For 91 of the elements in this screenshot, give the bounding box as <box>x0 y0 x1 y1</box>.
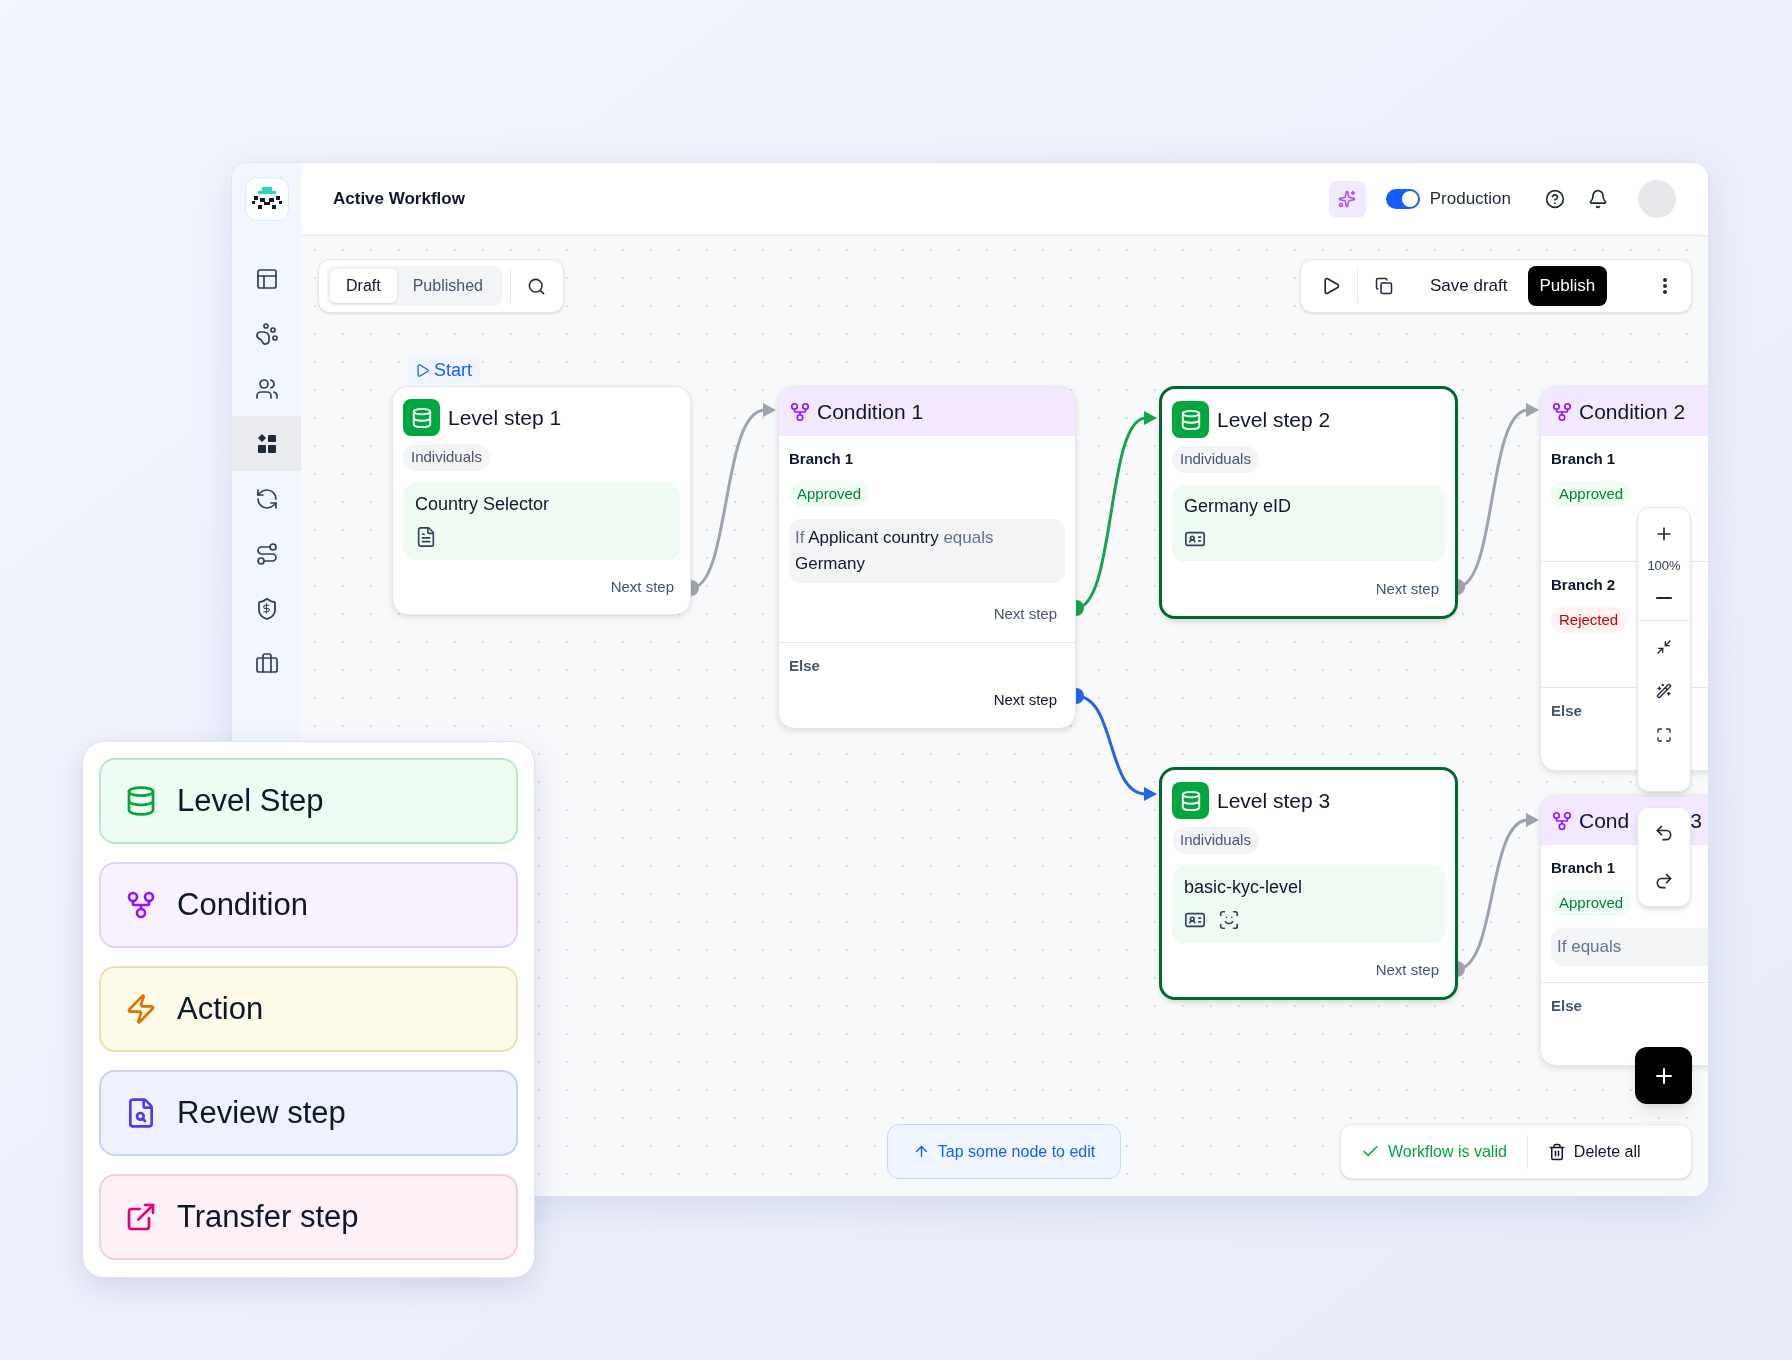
condition-rule: If equals <box>1551 928 1708 966</box>
level-name: basic-kyc-level <box>1184 875 1304 899</box>
fork-icon <box>125 889 157 921</box>
delete-all-button[interactable]: Delete all <box>1527 1139 1661 1164</box>
database-icon <box>125 785 157 817</box>
database-icon <box>1172 782 1209 819</box>
minus-icon <box>1656 596 1672 599</box>
notifications-icon[interactable] <box>1588 189 1608 209</box>
hint-text: Tap some node to edit <box>937 1141 1096 1162</box>
else-label: Else <box>1551 701 1582 721</box>
palette-item[interactable]: Level Step <box>99 758 518 844</box>
magic-wand-icon <box>1656 682 1672 699</box>
next-step-label: Next step <box>1375 578 1439 599</box>
else-label: Else <box>1551 996 1582 1016</box>
briefcase-icon <box>254 651 279 676</box>
else-label: Else <box>789 655 820 676</box>
tab[interactable]: Published <box>396 269 499 303</box>
level-step-node[interactable]: Level step 3 Individuals basic-kyc-level Next step <box>1159 767 1458 1000</box>
search-icon <box>527 276 547 296</box>
branch-label: Branch 1 <box>1551 449 1616 469</box>
status-pill: Rejected <box>1551 606 1627 633</box>
tag: Individuals <box>1172 827 1259 854</box>
zoom-level: 100% <box>1647 557 1681 575</box>
node-title: Condition 2 <box>1579 398 1686 425</box>
level-step-node[interactable]: Level step 2 Individuals Germany eID Next step <box>1159 386 1458 619</box>
fork-icon <box>1551 809 1573 832</box>
refresh-icon <box>254 486 279 511</box>
node-title: Level step 2 <box>1217 406 1331 433</box>
start-label: Start <box>434 359 472 382</box>
status-pill: Approved <box>1551 480 1632 507</box>
fork-icon <box>1551 400 1573 423</box>
redo-icon <box>1654 871 1674 891</box>
publish-button[interactable]: Publish <box>1527 266 1608 306</box>
copy-icon <box>1375 277 1393 295</box>
palette-item[interactable]: Transfer step <box>99 1174 518 1260</box>
next-step-label: Next step <box>1375 959 1439 980</box>
undo-icon <box>1654 823 1674 843</box>
play-icon <box>415 363 430 378</box>
palette-item[interactable]: Action <box>99 966 518 1052</box>
level-card[interactable]: basic-kyc-level <box>1172 865 1445 943</box>
environment-toggle[interactable] <box>1385 189 1420 209</box>
fullscreen-icon <box>1656 726 1672 743</box>
ai-button[interactable] <box>1328 180 1366 218</box>
palette-item[interactable]: Review step <box>99 1070 518 1156</box>
more-icon <box>1663 278 1667 294</box>
node-title: Level step 3 <box>1217 787 1331 814</box>
tag: Individuals <box>403 444 490 471</box>
route-icon <box>254 541 279 566</box>
level-step-node[interactable]: Level step 1 Individuals Country Selector Next step <box>392 386 691 615</box>
shrink-icon <box>1656 638 1672 655</box>
palette-item[interactable]: Condition <box>99 862 518 948</box>
document-icon <box>415 525 437 548</box>
play-icon <box>1321 276 1341 296</box>
level-card[interactable]: Country Selector <box>403 482 680 560</box>
paw-icon <box>254 321 279 346</box>
status-pill: Approved <box>1551 889 1632 916</box>
sidebar-item[interactable] <box>232 416 301 471</box>
logo[interactable] <box>244 177 289 221</box>
database-icon <box>403 399 440 436</box>
node-title: 3 <box>1690 807 1702 834</box>
node-title: Cond <box>1579 807 1630 834</box>
branch-label: Branch 2 <box>1551 575 1616 595</box>
add-node-button[interactable] <box>1635 1047 1692 1104</box>
save-draft-button[interactable]: Save draft <box>1418 267 1520 305</box>
next-step-label: Next step <box>993 690 1058 710</box>
database-icon <box>1172 401 1209 438</box>
users-icon <box>254 376 279 401</box>
sparkles-icon <box>1338 190 1357 208</box>
tab[interactable]: Draft <box>330 269 397 303</box>
node-title: Level step 1 <box>448 404 562 431</box>
page-title: Active Workflow <box>333 188 465 211</box>
branch-label: Branch 1 <box>789 449 854 469</box>
level-name: Country Selector <box>415 492 551 516</box>
condition-node[interactable]: Condition 1 Branch 1 Approved If Applicant country equals Germany Next step Else Next step <box>778 386 1076 729</box>
fork-icon <box>789 400 811 423</box>
trash-icon <box>1547 1142 1566 1161</box>
environment-label: Production <box>1429 188 1511 211</box>
external-link-icon <box>125 1201 157 1233</box>
node-title: Condition 1 <box>817 398 924 425</box>
face-scan-icon <box>1218 908 1240 931</box>
branch-label: Branch 1 <box>1551 858 1616 878</box>
next-step-label: Next step <box>993 604 1058 624</box>
next-step-label: Next step <box>610 576 674 597</box>
layout-icon <box>254 266 279 291</box>
level-name: Germany eID <box>1184 494 1293 518</box>
tag: Individuals <box>1172 446 1259 473</box>
help-icon[interactable] <box>1545 189 1565 209</box>
lightning-icon <box>125 993 157 1025</box>
status-pill: Approved <box>789 480 870 507</box>
level-card[interactable]: Germany eID <box>1172 484 1445 562</box>
validation-status: Workflow is valid <box>1388 1141 1507 1162</box>
